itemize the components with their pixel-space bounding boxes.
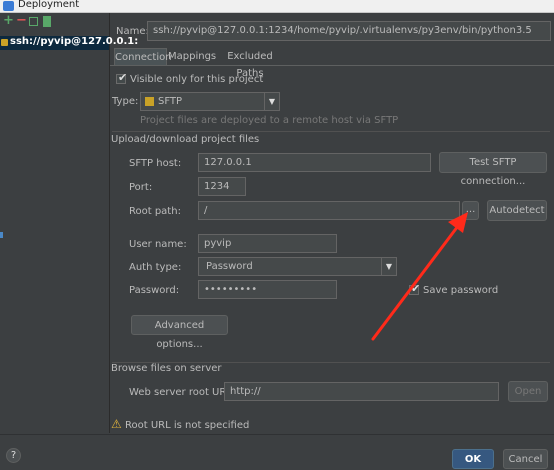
arrow-shaft [371,220,463,341]
annotation-arrow [371,212,468,341]
arrow-head [448,212,468,233]
